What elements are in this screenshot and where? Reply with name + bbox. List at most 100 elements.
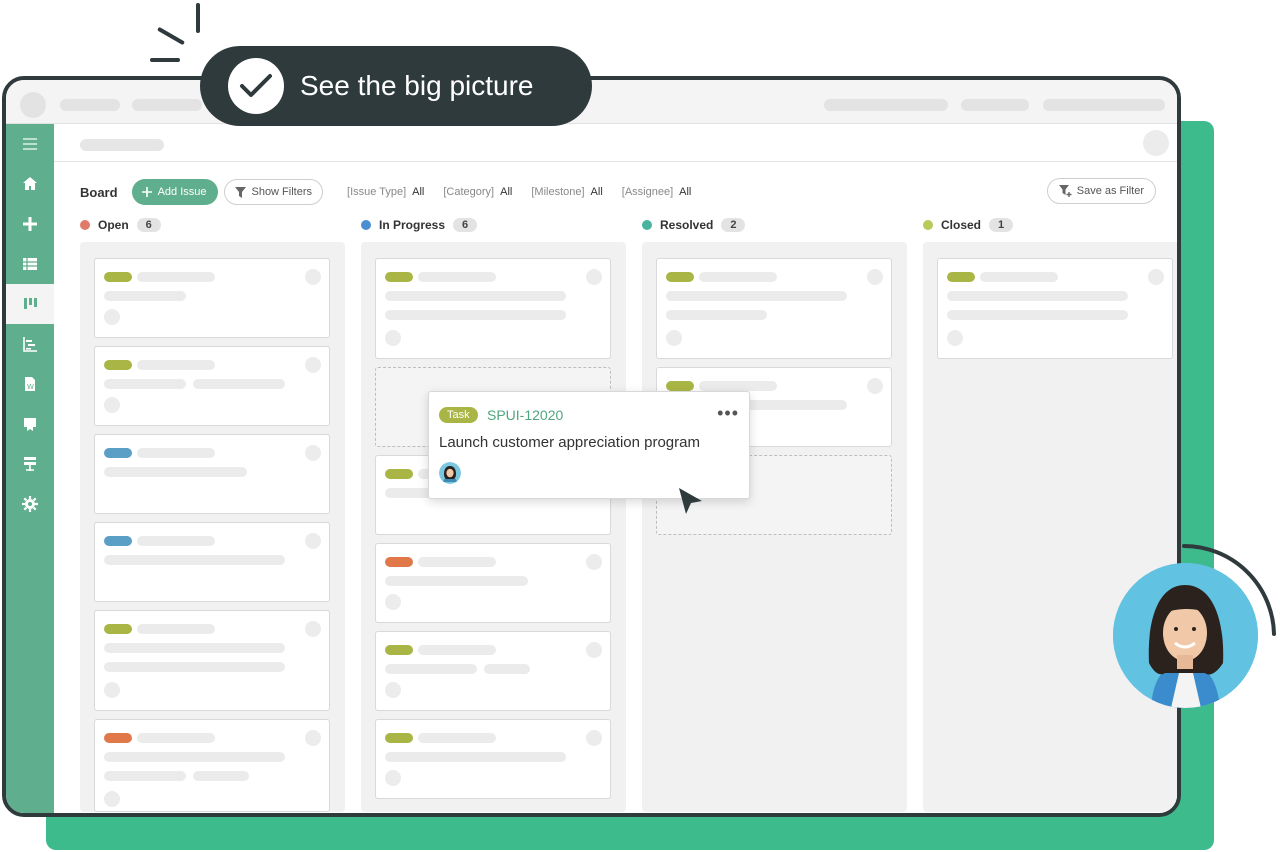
filter-value: All (590, 186, 603, 198)
issue-type-tag (385, 272, 413, 282)
issue-card[interactable] (94, 434, 330, 514)
assignee-avatar-placeholder (586, 554, 602, 570)
cursor-icon (679, 488, 702, 514)
issue-card[interactable] (94, 258, 330, 338)
issue-card[interactable] (375, 719, 611, 799)
issue-type-tag (104, 360, 132, 370)
text-placeholder (385, 664, 477, 674)
save-as-filter-label: Save as Filter (1076, 185, 1144, 197)
issue-card[interactable] (375, 543, 611, 623)
column-title: Open (98, 218, 129, 232)
sidebar-item-wiki[interactable]: W (6, 364, 54, 404)
sidebar-item-issues[interactable] (6, 244, 54, 284)
avatar-placeholder (666, 330, 682, 346)
board-toolbar: Board Add Issue Show Filters [Issue Type… (80, 178, 710, 206)
text-placeholder (418, 733, 496, 743)
board-column-resolved (642, 242, 907, 812)
filter-milestone[interactable]: [Milestone] All (531, 186, 602, 198)
issue-card[interactable] (94, 346, 330, 426)
app-header (54, 124, 1177, 162)
issue-card[interactable] (94, 719, 330, 812)
column-count-badge: 2 (721, 218, 746, 232)
board-column-in-progress (361, 242, 626, 812)
user-avatar-placeholder[interactable] (1143, 130, 1169, 156)
issue-type-tag (104, 536, 132, 546)
more-options-icon[interactable]: ••• (717, 404, 739, 422)
wiki-icon: W (25, 377, 35, 391)
user-photo (1113, 563, 1258, 708)
filter-issue-type[interactable]: [Issue Type] All (347, 186, 424, 198)
column-header-resolved: Resolved 2 (642, 216, 746, 234)
text-placeholder (385, 310, 566, 320)
sidebar: W (6, 124, 54, 813)
text-placeholder (385, 576, 528, 586)
sidebar-item-files[interactable] (6, 404, 54, 444)
browser-icon-placeholder (20, 92, 46, 118)
issue-type-tag (385, 469, 413, 479)
text-placeholder (104, 752, 285, 762)
add-issue-button[interactable]: Add Issue (131, 179, 219, 205)
assignee-avatar-placeholder (586, 269, 602, 285)
column-count-badge: 1 (989, 218, 1014, 232)
column-title: Closed (941, 218, 982, 232)
column-title: Resolved (660, 218, 714, 232)
show-filters-label: Show Filters (251, 186, 313, 198)
issue-card[interactable] (656, 258, 892, 359)
dragged-issue-card[interactable]: Task SPUI-12020 ••• Launch customer appr… (428, 391, 750, 499)
text-placeholder (137, 360, 215, 370)
sidebar-item-add[interactable] (6, 204, 54, 244)
board-column-open (80, 242, 345, 812)
browser-tab-placeholder (132, 99, 202, 111)
avatar-placeholder (385, 770, 401, 786)
status-dot (923, 220, 933, 230)
list-icon (23, 258, 37, 270)
sparkle-line (157, 26, 185, 46)
text-placeholder (137, 272, 215, 282)
issue-card[interactable] (375, 258, 611, 359)
filter-label: [Milestone] (531, 186, 585, 198)
text-placeholder (484, 664, 530, 674)
save-as-filter-button[interactable]: Save as Filter (1046, 178, 1156, 204)
text-placeholder (137, 624, 215, 634)
column-header-open: Open 6 (80, 216, 161, 234)
sidebar-item-settings[interactable] (6, 484, 54, 524)
issue-key-link[interactable]: SPUI-12020 (487, 407, 563, 423)
sidebar-item-git[interactable] (6, 444, 54, 484)
text-placeholder (418, 557, 496, 567)
sidebar-item-gantt[interactable] (6, 324, 54, 364)
text-placeholder (385, 291, 566, 301)
show-filters-button[interactable]: Show Filters (224, 179, 324, 205)
text-placeholder (104, 379, 186, 389)
issue-type-tag (385, 557, 413, 567)
issue-card[interactable] (94, 522, 330, 602)
sidebar-item-menu[interactable] (6, 124, 54, 164)
text-placeholder (137, 536, 215, 546)
issue-card[interactable] (94, 610, 330, 711)
avatar-placeholder (385, 594, 401, 610)
issue-type-tag: Task (439, 407, 478, 423)
assignee-avatar-placeholder (586, 730, 602, 746)
status-dot (80, 220, 90, 230)
text-placeholder (137, 733, 215, 743)
assignee-avatar-placeholder (305, 357, 321, 373)
issue-title: Launch customer appreciation program (439, 434, 700, 451)
issue-card[interactable] (937, 258, 1173, 359)
filter-label: [Assignee] (621, 186, 674, 198)
sparkle-line (150, 58, 180, 62)
plus-icon (141, 187, 152, 197)
sidebar-item-home[interactable] (6, 164, 54, 204)
avatar-placeholder (385, 330, 401, 346)
files-icon (24, 418, 36, 431)
assignee-avatar-placeholder (1148, 269, 1164, 285)
text-placeholder (418, 645, 496, 655)
filter-label: [Issue Type] (347, 186, 407, 198)
column-title: In Progress (379, 218, 446, 232)
issue-card[interactable] (375, 631, 611, 711)
issue-type-tag (104, 272, 132, 282)
headline-text: See the big picture (300, 70, 534, 101)
browser-control-placeholder (824, 99, 948, 111)
column-count-badge: 6 (453, 218, 478, 232)
filter-category[interactable]: [Category] All (443, 186, 512, 198)
filter-assignee[interactable]: [Assignee] All (622, 186, 692, 198)
sidebar-item-board[interactable] (6, 284, 54, 324)
